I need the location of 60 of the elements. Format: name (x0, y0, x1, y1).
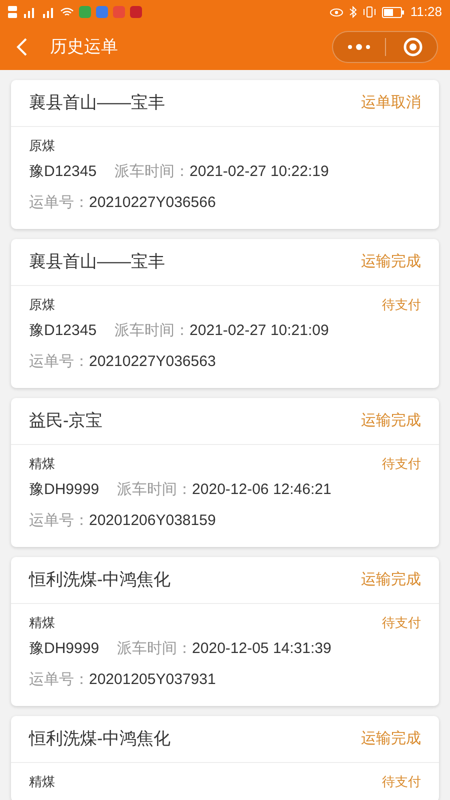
dispatch-time: 2021-02-27 10:21:09 (190, 321, 329, 342)
field-label: 运单号： (29, 352, 89, 372)
route-name: 恒利洗煤-中鸿焦化 (29, 569, 171, 592)
cargo-type: 原煤 (29, 296, 55, 314)
waybill-number: 20210227Y036563 (89, 352, 216, 372)
battery-icon (382, 6, 404, 18)
order-status: 运输完成 (361, 570, 421, 590)
waybill-number: 20201205Y037931 (89, 670, 216, 690)
order-card[interactable]: 襄县首山——宝丰 运输完成 原煤 待支付 豫D12345 派车时间：2021-02-27 10:21:09 运单号：20210227Y036563 (11, 239, 439, 388)
order-card[interactable]: 益民-京宝 运输完成 精煤 待支付 豫DH9999 派车时间：2020-12-06 12:46:21 运单号：20201206Y038159 (11, 398, 439, 547)
field-label: 派车时间： (114, 321, 190, 342)
order-status: 运单取消 (361, 92, 421, 113)
dispatch-time: 2020-12-06 12:46:21 (192, 480, 332, 500)
field-label: 派车时间： (117, 480, 192, 500)
order-card[interactable]: 恒利洗煤-中鸿焦化 运输完成 精煤 待支付 豫DH9999 派车时间：2020-12-05 14:31:39 运单号：20201205Y037931 (11, 557, 439, 706)
app-icon (130, 6, 142, 18)
eye-icon (330, 8, 344, 16)
signal-icon (41, 6, 55, 18)
route-name: 襄县首山——宝丰 (29, 251, 165, 274)
app-icon (96, 6, 108, 18)
waybill-number: 20201206Y038159 (89, 511, 216, 532)
order-status: 运输完成 (361, 728, 421, 749)
signal-icon (22, 6, 36, 18)
field-label: 派车时间： (114, 162, 190, 182)
cargo-type: 原煤 (29, 137, 55, 156)
back-icon[interactable] (16, 38, 28, 56)
dispatch-time: 2021-02-27 10:22:19 (190, 162, 329, 182)
more-icon[interactable] (347, 43, 371, 51)
route-name: 益民-京宝 (29, 410, 103, 432)
cargo-type: 精煤 (29, 773, 55, 792)
plate-number: 豫D12345 (29, 162, 97, 182)
cargo-type: 精煤 (29, 614, 55, 632)
plate-number: 豫D12345 (29, 321, 97, 342)
field-label: 运单号： (29, 670, 89, 690)
field-label: 运单号： (29, 511, 89, 532)
dispatch-time: 2020-12-05 14:31:39 (192, 639, 332, 660)
clock: 11:28 (410, 3, 442, 22)
vibrate-icon (363, 6, 376, 18)
route-name: 恒利洗煤-中鸿焦化 (29, 728, 171, 750)
route-name: 襄县首山——宝丰 (29, 92, 165, 114)
field-label: 运单号： (29, 193, 89, 214)
order-status: 运输完成 (361, 252, 421, 272)
sim-icon (8, 6, 17, 18)
payment-status: 待支付 (382, 455, 421, 474)
order-card[interactable]: 恒利洗煤-中鸿焦化 运输完成 精煤 待支付 (11, 716, 439, 800)
bluetooth-icon (349, 6, 358, 18)
page-title: 历史运单 (50, 36, 118, 58)
app-icon (79, 6, 91, 18)
order-card[interactable]: 襄县首山——宝丰 运单取消 原煤 豫D12345 派车时间：2021-02-27 10:22:19 运单号：20210227Y036566 (11, 80, 439, 229)
payment-status: 待支付 (382, 773, 421, 792)
payment-status: 待支付 (382, 296, 421, 314)
cargo-type: 精煤 (29, 455, 55, 474)
payment-status: 待支付 (382, 614, 421, 632)
plate-number: 豫DH9999 (29, 639, 100, 660)
waybill-number: 20210227Y036566 (89, 193, 216, 214)
app-icon (113, 6, 125, 18)
field-label: 派车时间： (117, 639, 192, 660)
order-status: 运输完成 (361, 410, 421, 431)
plate-number: 豫DH9999 (29, 480, 100, 500)
wifi-icon (60, 6, 74, 18)
